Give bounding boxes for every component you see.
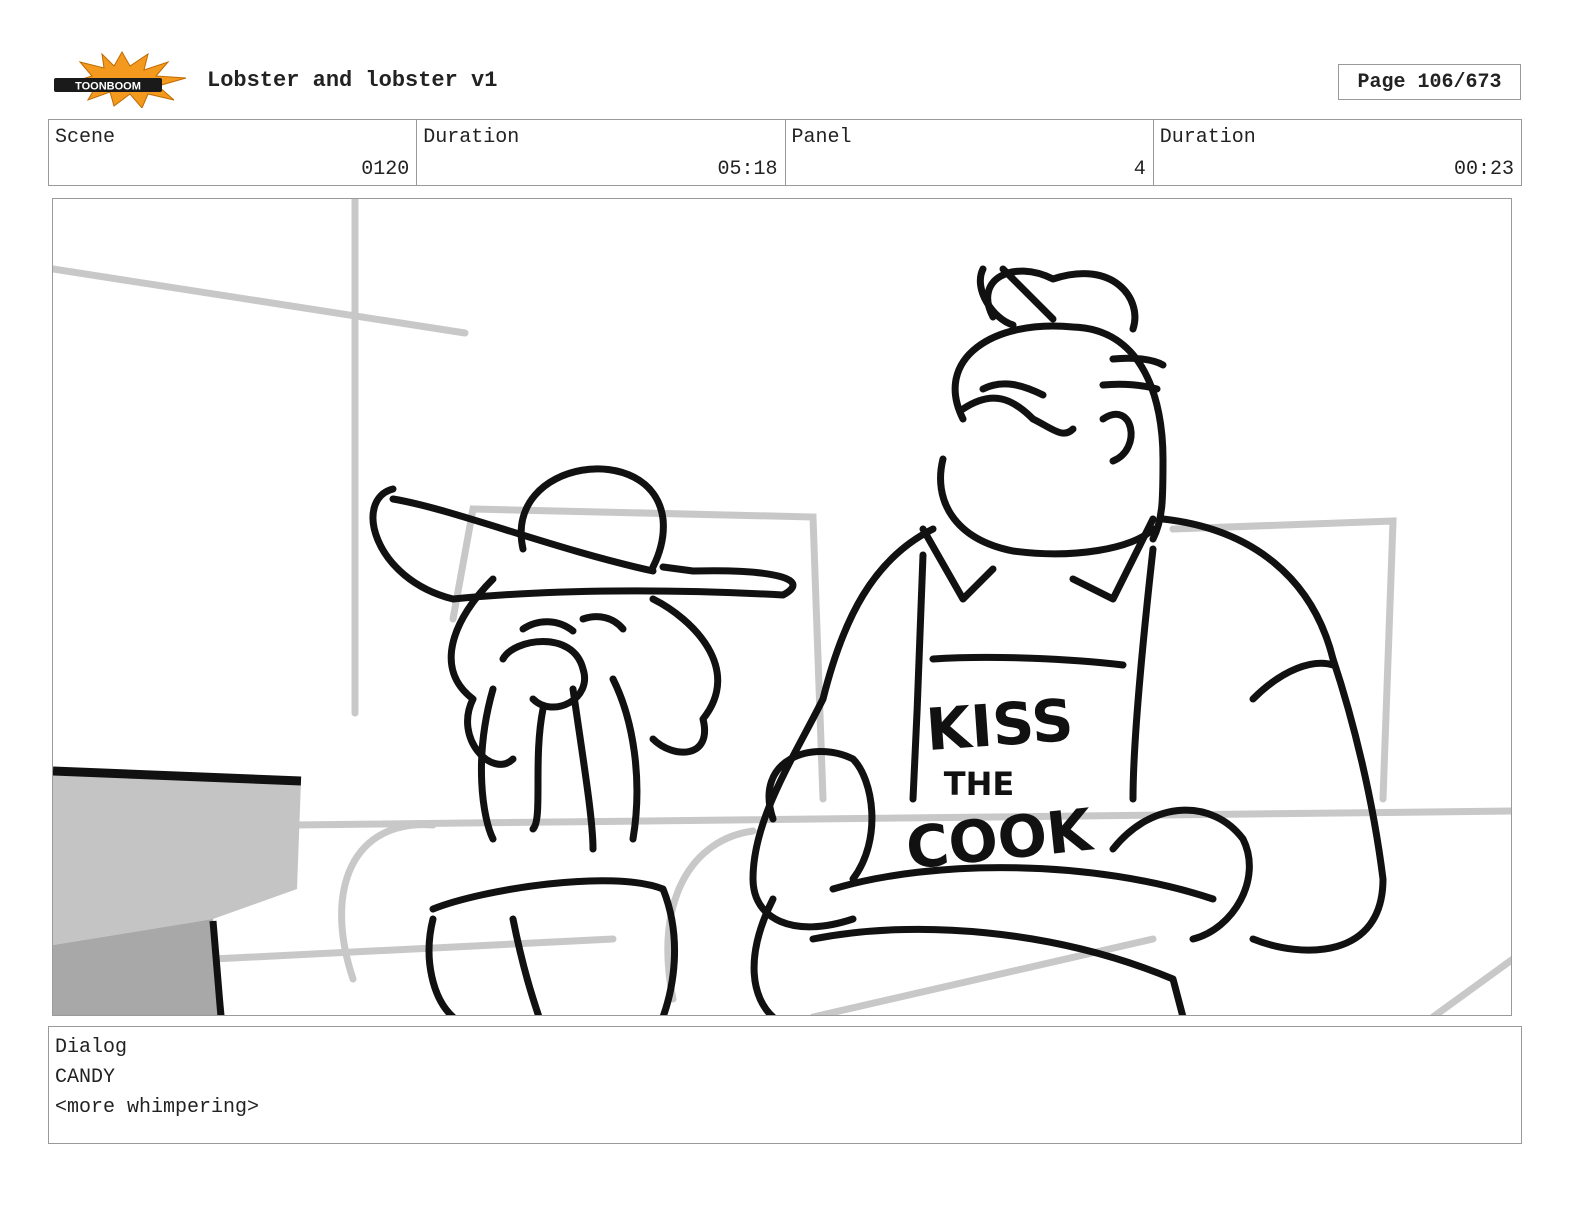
panel-duration-value: 00:23 [1453,158,1514,181]
storyboard-panel: KISS THE COOK [52,198,1512,1016]
panel-cell: Panel 4 [786,120,1154,185]
panel-value: 4 [1133,158,1146,181]
cook-character [749,265,1387,1015]
dialog-box: Dialog CANDY <more whimpering> [48,1026,1522,1144]
scene-value: 0120 [361,158,410,181]
foreground-table [53,766,302,1015]
scene-info-table: Scene 0120 Duration 05:18 Panel 4 Durati… [48,119,1522,186]
dialog-line: <more whimpering> [55,1096,260,1119]
page-indicator: Page 106/673 [1338,64,1521,100]
apron-text-line1: KISS [924,686,1076,764]
toonboom-logo: TOONBOOM [52,50,188,109]
apron-text-line2: THE [944,765,1014,803]
scene-cell: Scene 0120 [49,120,418,185]
logo-text: TOONBOOM [75,81,141,93]
scene-duration-value: 05:18 [717,158,778,181]
panel-duration-cell: Duration 00:23 [1154,120,1521,185]
scene-duration-label: Duration [423,126,520,149]
candy-character [369,465,797,1015]
panel-sketch: KISS THE COOK [53,199,1511,1015]
dialog-label: Dialog [55,1036,128,1059]
panel-duration-label: Duration [1159,126,1256,149]
scene-label: Scene [55,126,116,149]
panel-label: Panel [791,126,852,149]
project-title: Lobster and lobster v1 [207,68,498,93]
scene-duration-cell: Duration 05:18 [417,120,786,185]
dialog-character: CANDY [55,1066,116,1089]
